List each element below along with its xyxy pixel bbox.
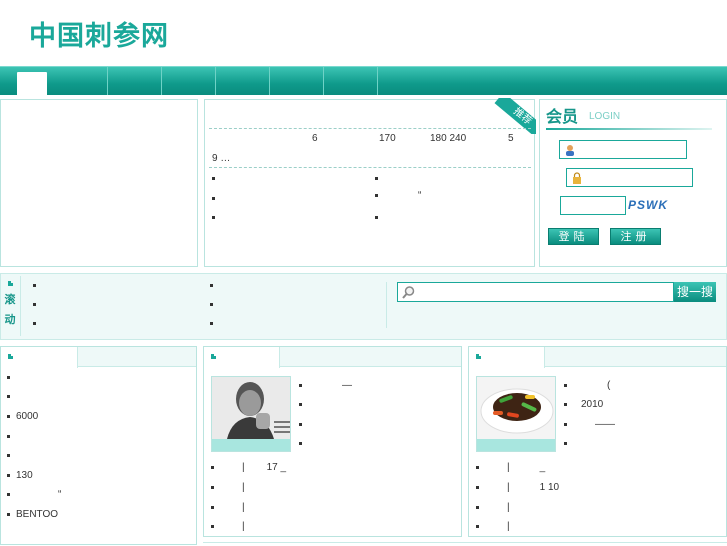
list-item[interactable] xyxy=(299,419,308,430)
panel-header xyxy=(204,347,461,368)
list-item[interactable]: | xyxy=(211,482,245,493)
nav-item-spacer xyxy=(0,67,52,95)
panel-header xyxy=(469,347,726,368)
corner-mark-icon xyxy=(8,354,13,359)
photo-caption-bar xyxy=(212,439,290,451)
list-item[interactable] xyxy=(299,399,308,410)
news-photo[interactable] xyxy=(211,376,291,452)
nav-item-6[interactable] xyxy=(269,67,324,95)
list-item[interactable]: 6000 xyxy=(7,411,38,422)
register-button[interactable]: 注册 xyxy=(610,228,661,245)
ticker-item[interactable] xyxy=(210,280,219,291)
list-item[interactable]: “ xyxy=(7,489,61,500)
featured-panel xyxy=(204,99,535,267)
list-item[interactable]: | xyxy=(211,521,245,532)
divider xyxy=(386,282,387,328)
member-title: 会员 xyxy=(546,109,579,126)
ticker-item[interactable] xyxy=(33,299,42,310)
list-item[interactable] xyxy=(7,391,16,402)
divider xyxy=(209,167,531,168)
footer-divider xyxy=(203,542,727,546)
corner-mark-icon xyxy=(476,354,481,359)
list-item[interactable] xyxy=(212,212,221,223)
captcha-field[interactable] xyxy=(560,196,626,215)
nav-item-3[interactable] xyxy=(107,67,162,95)
list-item[interactable]: | xyxy=(211,502,245,513)
nav-item-5[interactable] xyxy=(215,67,270,95)
list-item[interactable] xyxy=(299,438,308,449)
lock-icon xyxy=(573,172,581,184)
list-item[interactable] xyxy=(375,212,384,223)
list-item[interactable] xyxy=(375,173,384,184)
list-item[interactable] xyxy=(7,372,16,383)
divider xyxy=(20,276,21,336)
corner-mark-icon xyxy=(211,354,216,359)
panel-header xyxy=(1,347,196,368)
list-item[interactable] xyxy=(212,193,221,204)
nav-item-4[interactable] xyxy=(161,67,216,95)
list-item[interactable]: — xyxy=(299,380,352,391)
list-item[interactable]: —— xyxy=(564,419,615,430)
ticker-item[interactable] xyxy=(33,318,42,329)
corner-mark-icon xyxy=(8,281,13,286)
list-item[interactable]: | 1 10 xyxy=(476,482,559,493)
portrait-image xyxy=(212,377,290,439)
news-photo[interactable] xyxy=(476,376,556,452)
search-button[interactable]: 搜一搜 xyxy=(674,282,716,302)
member-underline xyxy=(546,128,712,130)
list-item-text: “ xyxy=(418,190,422,201)
member-subtitle: LOGIN xyxy=(589,111,621,122)
search-icon xyxy=(402,286,415,299)
list-item[interactable]: | 17 _ xyxy=(211,462,286,473)
photo-caption-bar xyxy=(477,439,555,451)
ticker-label: 滚动 xyxy=(4,294,16,326)
login-button[interactable]: 登陆 xyxy=(548,228,599,245)
password-field[interactable] xyxy=(566,168,693,187)
list-item[interactable] xyxy=(212,173,221,184)
nav-item-7[interactable] xyxy=(323,67,378,95)
list-item[interactable]: 2010 xyxy=(564,399,603,410)
search-input[interactable] xyxy=(397,282,674,302)
list-item[interactable]: | _ xyxy=(476,462,545,473)
list-item[interactable]: “ xyxy=(375,190,421,201)
list-item[interactable]: | xyxy=(476,502,510,513)
list-item[interactable]: | xyxy=(476,521,510,532)
dish-image xyxy=(477,377,555,439)
list-item[interactable] xyxy=(564,438,573,449)
ticker-item[interactable] xyxy=(33,280,42,291)
list-item[interactable] xyxy=(7,431,16,442)
list-item[interactable]: 130 xyxy=(7,470,33,481)
ticker-item[interactable] xyxy=(210,299,219,310)
slideshow-panel[interactable] xyxy=(0,99,198,267)
nav-item-2[interactable] xyxy=(53,67,108,95)
list-item[interactable] xyxy=(7,450,16,461)
username-field[interactable] xyxy=(559,140,687,159)
site-logo[interactable]: 中国刺参网 xyxy=(29,14,169,53)
user-icon xyxy=(566,145,574,156)
featured-summary-line2[interactable]: 9 … xyxy=(212,153,230,164)
list-item[interactable]: ( xyxy=(564,380,610,391)
divider xyxy=(209,128,531,129)
list-item[interactable]: BENTOO xyxy=(7,509,58,520)
ticker-item[interactable] xyxy=(210,318,219,329)
captcha-image[interactable]: PSWK xyxy=(628,198,668,212)
main-nav xyxy=(0,66,727,95)
